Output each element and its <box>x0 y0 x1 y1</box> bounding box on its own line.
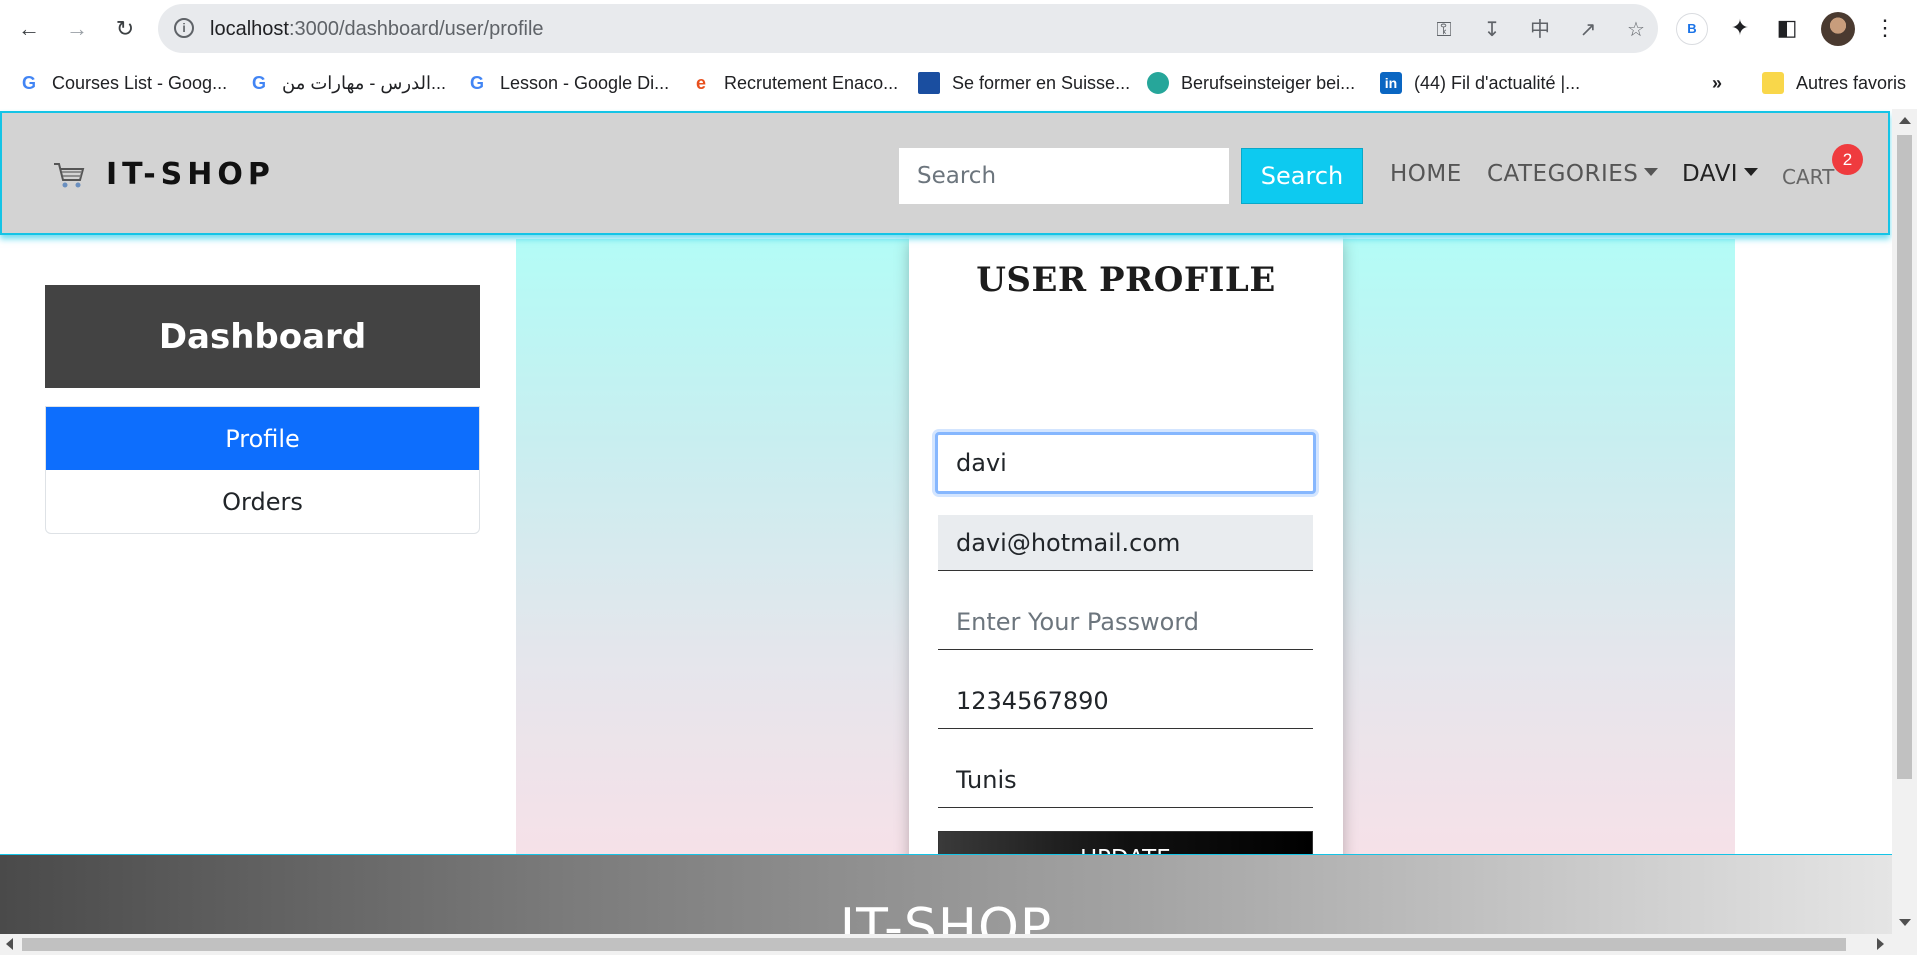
extensions-icon[interactable]: ✦ <box>1725 13 1755 43</box>
nav-home[interactable]: HOME <box>1390 161 1462 187</box>
vertical-scrollbar[interactable] <box>1892 109 1917 934</box>
bookmark-label: Recrutement Enaco... <box>724 72 899 93</box>
nav-categories[interactable]: CATEGORIES <box>1487 161 1659 187</box>
dashboard-menu: Profile Orders <box>45 406 480 534</box>
name-field[interactable] <box>935 432 1316 494</box>
profile-title: USER PROFILE <box>976 260 1276 300</box>
url-path: :3000/dashboard/user/profile <box>288 18 544 40</box>
menu-icon[interactable]: ⋮ <box>1870 13 1900 43</box>
google-icon: G <box>21 72 36 93</box>
bookmark-item[interactable]: Se former en Suisse... <box>918 69 1130 97</box>
key-icon[interactable]: ⚿ <box>1432 18 1456 42</box>
sidebar-item-orders[interactable]: Orders <box>46 470 479 533</box>
bookmark-label: Lesson - Google Di... <box>500 72 670 93</box>
bookmark-label: (44) Fil d'actualité |... <box>1414 72 1581 93</box>
reload-icon[interactable]: ↻ <box>110 14 140 44</box>
chevron-down-icon <box>1644 167 1659 176</box>
share-icon[interactable]: ↗ <box>1576 18 1600 42</box>
profile-icon[interactable]: B <box>1676 13 1708 45</box>
nav-user-menu[interactable]: DAVI <box>1682 161 1759 187</box>
bookmark-item[interactable]: Berufseinsteiger bei... <box>1147 69 1355 97</box>
site-footer: IT-SHOP <box>0 854 1892 934</box>
url-host: localhost <box>210 18 289 40</box>
scroll-left-icon[interactable] <box>6 938 13 950</box>
bookmark-item[interactable]: in (44) Fil d'actualité |... <box>1380 69 1580 97</box>
bookmark-label: Berufseinsteiger bei... <box>1181 72 1356 93</box>
other-bookmarks-label: Autres favoris <box>1796 72 1907 93</box>
bookmark-site-icon <box>1147 72 1169 94</box>
bookmarks-bar: G Courses List - Goog... G الدرس - مهارات … <box>0 57 1917 109</box>
install-icon[interactable]: ↧ <box>1480 18 1504 42</box>
info-icon[interactable]: i <box>174 18 194 38</box>
bookmarks-more-button[interactable]: » <box>1712 69 1722 97</box>
google-icon: G <box>251 72 266 93</box>
scroll-up-icon[interactable] <box>1899 117 1911 124</box>
email-field[interactable] <box>938 515 1313 571</box>
search-input[interactable] <box>899 148 1229 204</box>
star-icon[interactable]: ☆ <box>1624 18 1648 42</box>
horizontal-scrollbar[interactable] <box>0 934 1917 955</box>
bookmark-label: Se former en Suisse... <box>952 72 1131 93</box>
profile-card: USER PROFILE UPDATE <box>909 236 1343 917</box>
google-icon: G <box>469 72 484 93</box>
shopping-cart-icon <box>54 162 85 187</box>
back-icon[interactable]: ← <box>14 14 44 44</box>
brand-name: IT-SHOP <box>106 157 275 192</box>
nav-cart[interactable]: CART <box>1782 165 1834 189</box>
bookmark-item[interactable]: e Recrutement Enaco... <box>690 69 898 97</box>
scrollbar-thumb[interactable] <box>22 938 1846 951</box>
forward-icon[interactable]: → <box>62 14 92 44</box>
scroll-down-icon[interactable] <box>1899 919 1911 926</box>
bookmark-item[interactable]: G Lesson - Google Di... <box>466 69 669 97</box>
nav-user-label: DAVI <box>1682 161 1739 187</box>
brand-logo[interactable]: IT-SHOP <box>52 157 275 192</box>
other-bookmarks-folder[interactable]: Autres favoris <box>1762 69 1906 97</box>
bookmark-label: الدرس - مهارات من... <box>282 72 447 93</box>
scrollbar-thumb[interactable] <box>1897 135 1912 779</box>
search-button[interactable]: Search <box>1241 148 1363 204</box>
browser-toolbar: ← → ↻ i localhost:3000/dashboard/user/pr… <box>0 0 1917 57</box>
page-viewport: USER PROFILE UPDATE IT-SHOP Search HOME … <box>0 109 1892 934</box>
account-avatar[interactable] <box>1821 12 1855 46</box>
url-text[interactable]: localhost:3000/dashboard/user/profile <box>210 18 544 41</box>
bookmark-site-icon <box>918 72 940 94</box>
phone-field[interactable] <box>938 673 1313 729</box>
chevron-down-icon <box>1744 167 1759 176</box>
password-field[interactable] <box>938 594 1313 650</box>
scroll-right-icon[interactable] <box>1877 938 1884 950</box>
address-bar[interactable]: i localhost:3000/dashboard/user/profile … <box>158 4 1658 53</box>
footer-brand: IT-SHOP <box>839 898 1053 934</box>
sidebar-item-profile[interactable]: Profile <box>46 407 479 470</box>
sidepanel-icon[interactable]: ◧ <box>1772 13 1802 43</box>
dashboard-title: Dashboard <box>45 285 480 388</box>
address-field[interactable] <box>938 752 1313 808</box>
bookmark-item[interactable]: G الدرس - مهارات من... <box>248 69 446 97</box>
linkedin-icon: in <box>1380 72 1402 94</box>
enaco-icon: e <box>695 72 706 93</box>
cart-count-badge: 2 <box>1832 144 1863 175</box>
nav-categories-label: CATEGORIES <box>1487 161 1639 187</box>
folder-icon <box>1762 72 1784 94</box>
bookmark-item[interactable]: G Courses List - Goog... <box>18 69 227 97</box>
site-header: IT-SHOP Search HOME CATEGORIES DAVI CART… <box>0 111 1890 235</box>
translate-icon[interactable]: 中 <box>1528 18 1552 42</box>
bookmark-label: Courses List - Goog... <box>52 72 228 93</box>
